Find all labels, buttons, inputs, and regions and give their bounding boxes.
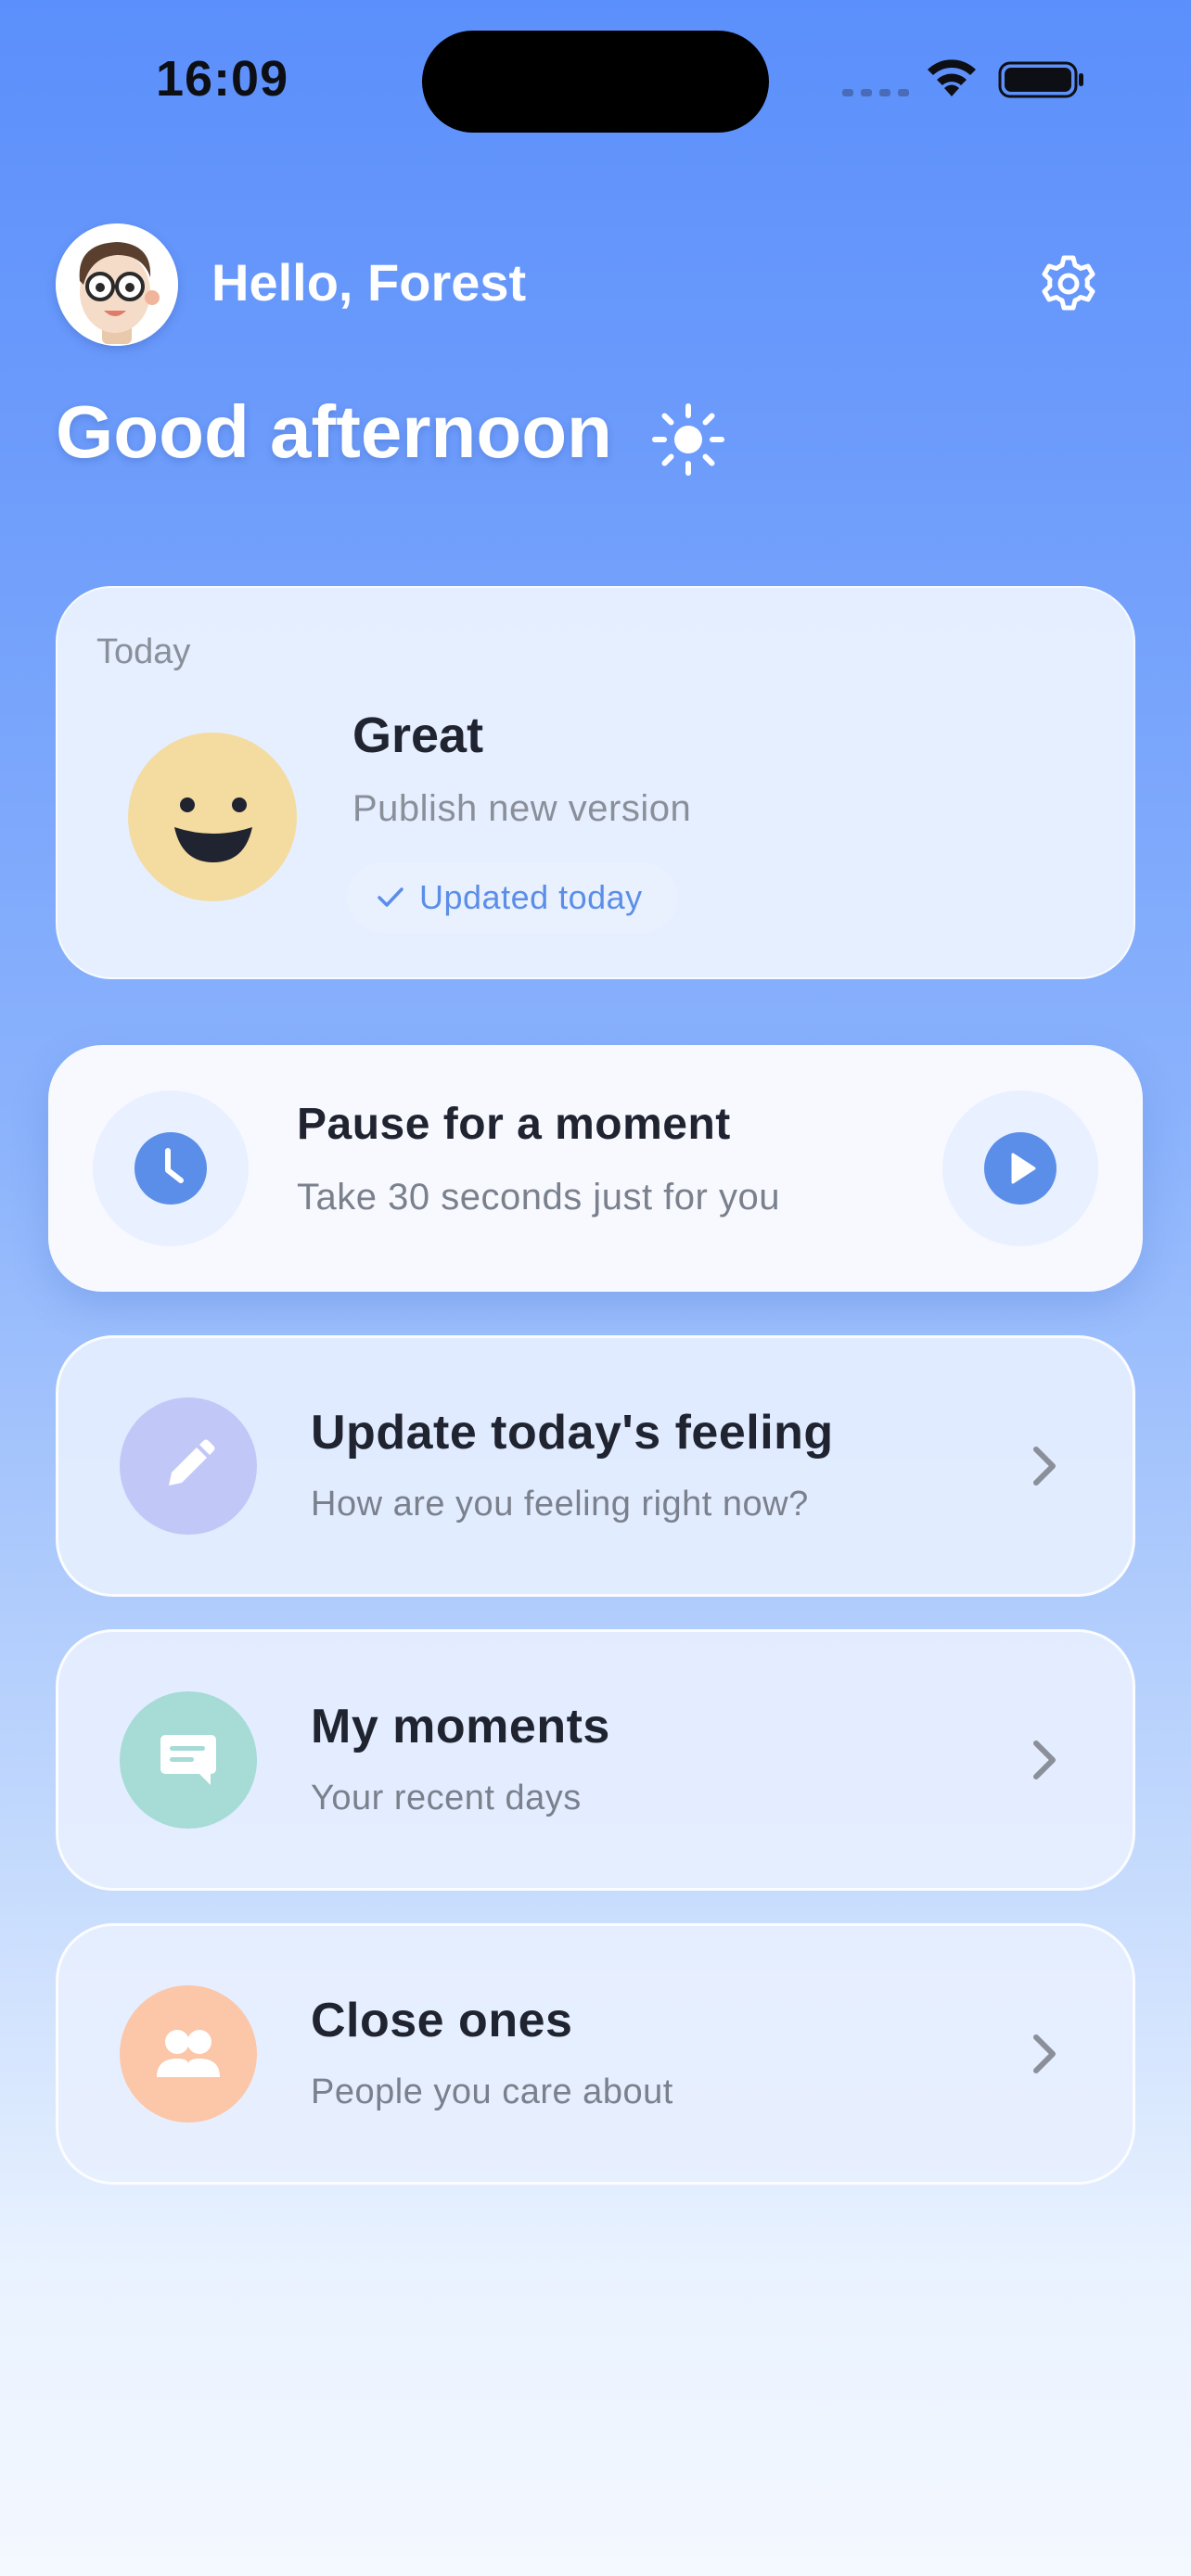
avatar[interactable]: [56, 223, 178, 346]
chevron-right-icon: [1033, 2034, 1056, 2073]
smiley-face-icon: [128, 733, 297, 901]
mood-note: Publish new version: [352, 788, 692, 829]
dynamic-island: [422, 31, 769, 133]
play-icon: [984, 1132, 1057, 1205]
status-icons: [842, 56, 1093, 102]
avatar-image: [56, 223, 178, 346]
page-title: Good afternoon: [56, 390, 612, 473]
action-title: My moments: [311, 1700, 610, 1753]
pause-subtitle: Take 30 seconds just for you: [297, 1177, 780, 1218]
play-button[interactable]: [942, 1090, 1098, 1246]
people-icon-badge: [120, 1985, 257, 2123]
pause-title: Pause for a moment: [297, 1100, 731, 1149]
chevron-right-icon: [1033, 1741, 1056, 1779]
today-label: Today: [96, 632, 191, 671]
status-badge: Updated today: [347, 862, 678, 933]
chevron-right-icon: [1033, 1447, 1056, 1486]
clock-button: [93, 1090, 249, 1246]
sun-icon: [652, 403, 724, 476]
pencil-icon: [169, 1439, 215, 1486]
cellular-signal-icon: [842, 89, 909, 96]
action-subtitle: How are you feeling right now?: [311, 1485, 809, 1524]
wifi-icon: [928, 59, 976, 96]
pause-card[interactable]: Pause for a moment Take 30 seconds just …: [48, 1045, 1143, 1292]
checkmark-icon: [378, 887, 403, 907]
mood-title: Great: [352, 708, 484, 763]
status-time: 16:09: [156, 51, 289, 107]
action-title: Close ones: [311, 1994, 573, 2047]
close-ones-card[interactable]: Close ones People you care about: [56, 1923, 1135, 2185]
greeting-name: Hello, Forest: [211, 253, 527, 312]
pencil-icon-badge: [120, 1397, 257, 1535]
chat-icon-badge: [120, 1691, 257, 1829]
gear-icon: [1042, 255, 1095, 311]
status-text: Updated today: [419, 878, 643, 916]
my-moments-card[interactable]: My moments Your recent days: [56, 1629, 1135, 1891]
today-mood-card[interactable]: Today Great Publish new version Updated …: [56, 586, 1135, 979]
settings-button[interactable]: [1035, 250, 1102, 317]
update-feeling-card[interactable]: Update today's feeling How are you feeli…: [56, 1335, 1135, 1597]
action-subtitle: Your recent days: [311, 1779, 582, 1817]
chat-icon: [160, 1735, 216, 1785]
people-icon: [157, 2030, 220, 2077]
clock-icon: [134, 1132, 207, 1205]
battery-icon: [998, 61, 1083, 98]
action-title: Update today's feeling: [311, 1406, 834, 1460]
action-subtitle: People you care about: [311, 2072, 673, 2111]
